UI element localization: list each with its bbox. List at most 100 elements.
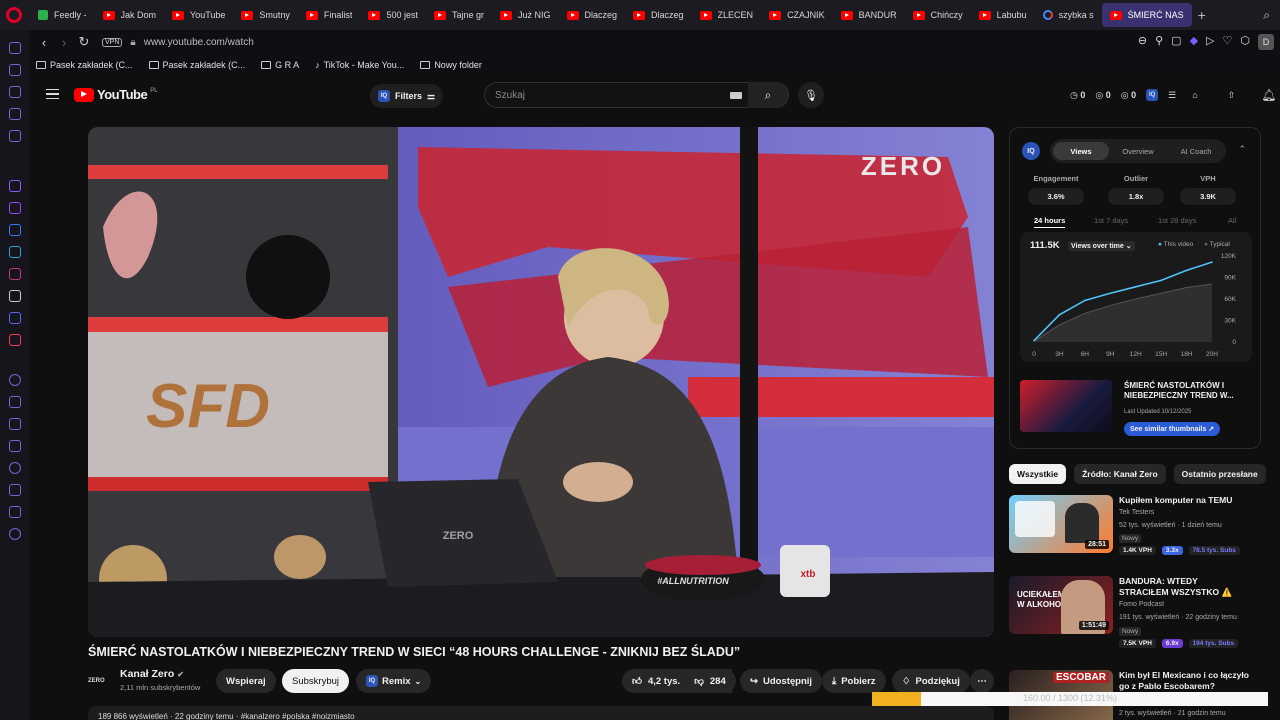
history-icon[interactable] [9,462,21,474]
browser-tab[interactable]: 500 jest [360,0,426,30]
home-icon[interactable] [9,42,21,54]
related-item[interactable]: UCIEKAŁEM W ALKOHOL 1:51:49 BANDURA: WTE… [1009,576,1269,648]
reload-icon[interactable]: ↻ [74,34,94,50]
share-button[interactable]: ↪ Udostępnij [740,669,823,693]
heart-icon[interactable] [9,418,21,430]
browser-tab[interactable]: YouTube [164,0,233,30]
period-28-days[interactable]: 1st 28 days [1158,216,1196,225]
voice-search-button[interactable]: 🎙︎ [798,82,824,108]
chip-source-channel[interactable]: Źródło: Kanał Zero [1074,464,1166,484]
discord-icon[interactable] [9,312,21,324]
heart-icon[interactable]: ♡ [1223,34,1233,50]
browser-tab[interactable]: ŚMIERĆ NAS [1101,3,1192,27]
shield-icon[interactable]: ◆ [1190,34,1198,50]
bookmark-item[interactable]: Pasek zakładek (C... [148,60,245,70]
collapse-icon[interactable]: ⌃ [1238,144,1246,155]
tab-views[interactable]: Views [1053,142,1109,160]
forward-icon[interactable]: › [54,35,74,50]
subscribe-button[interactable]: Subskrybuj [282,669,349,693]
browser-sidebar [0,30,30,720]
browser-tab[interactable]: Labubu [971,0,1035,30]
video-thumbnail[interactable] [1020,380,1112,432]
ai-icon[interactable] [9,64,21,76]
pin-icon[interactable]: ⚲ [1155,34,1163,50]
pinboard-icon[interactable] [9,440,21,452]
channel-name[interactable]: Kanał Zero ✔ [120,668,184,680]
browser-tab[interactable]: Jak Dom [95,0,165,30]
browser-tab[interactable]: Tajne gr [426,0,492,30]
browser-tab[interactable]: CZAJNIK [761,0,833,30]
bookmark-item[interactable]: Nowy folder [420,60,482,70]
browser-tab[interactable]: Chińczy [905,0,971,30]
browser-tab[interactable]: ZLECEN [692,0,762,30]
back-icon[interactable]: ‹ [34,35,54,50]
period-24-hours[interactable]: 24 hours [1034,216,1066,228]
browser-tab[interactable]: Smutny [233,0,298,30]
period-all[interactable]: All [1228,216,1236,225]
new-tab-button[interactable]: + [1192,7,1212,23]
snapshot-icon[interactable]: ▢ [1171,34,1181,50]
tab-ai-coach[interactable]: AI Coach [1168,142,1224,160]
bookmark-item[interactable]: ♪ TikTok - Make You... [315,60,404,70]
zoom-icon[interactable]: ⊖ [1138,34,1147,50]
tab-overview[interactable]: Overview [1110,142,1166,160]
fomo-icon[interactable]: ⌂ [1192,90,1197,100]
player-icon[interactable] [9,396,21,408]
chip-all[interactable]: Wszystkie [1009,464,1067,484]
lock-icon[interactable]: 🔒︎ [130,37,135,48]
browser-tab[interactable]: Dlaczeg [625,0,692,30]
remix-button[interactable]: IQ Remix ⌄ [356,669,432,693]
chip-recently-uploaded[interactable]: Ostatnio przesłane [1173,464,1266,484]
period-7-days[interactable]: 1st 7 days [1094,216,1128,225]
browser-tab[interactable]: Feedly - [30,0,95,30]
list-icon[interactable]: ☰ [1168,90,1176,101]
opera-logo-icon[interactable] [6,7,22,23]
support-button[interactable]: Wspieraj [216,669,276,693]
browser-tab[interactable]: Już NIG [492,0,559,30]
telegram-icon[interactable] [9,246,21,258]
search-input[interactable] [485,89,725,101]
browser-tab[interactable]: szybka s [1035,0,1102,30]
search-tabs-icon[interactable]: ⌕ [1263,8,1270,23]
related-item[interactable]: 28:51 Kupiłem komputer na TEMU Tek Teste… [1009,495,1269,559]
twitch-icon[interactable] [9,202,21,214]
profile-avatar[interactable]: D [1258,34,1274,50]
spotify-icon[interactable] [9,374,21,386]
browser-tab[interactable]: Dlaczeg [559,0,626,30]
mail-icon[interactable] [9,130,21,142]
keyboard-icon[interactable] [730,92,742,99]
vpn-badge[interactable]: VPN [102,37,123,47]
extensions-icon[interactable] [9,484,21,496]
messenger-icon[interactable] [9,224,21,236]
play-icon[interactable]: ▷ [1206,34,1214,50]
notifications-icon[interactable]: 🔔︎ [1261,88,1276,102]
search-button[interactable]: ⌕ [748,82,788,108]
x-icon[interactable] [9,290,21,302]
video-player[interactable]: ZERO SFD ZERO #ALLNUTRITION [88,127,994,637]
download-button[interactable]: ⤓ Pobierz [822,669,886,693]
extensions-icon[interactable]: ⬡ [1240,34,1250,50]
see-similar-thumbnails-button[interactable]: See similar thumbnails ↗ [1124,422,1221,436]
bookmark-item[interactable]: G R A [261,60,299,70]
channel-avatar[interactable]: ZERO [88,673,112,689]
description-box[interactable]: 189 866 wyświetleń · 22 godziny temu · #… [88,706,994,720]
thanks-button[interactable]: ♢ Podziękuj [892,669,970,693]
aria-icon[interactable] [9,86,21,98]
dislike-button[interactable]: 👎︎ 284 [684,669,736,693]
browser-tab[interactable]: Finalist [298,0,361,30]
iq-extension-icon[interactable]: IQ [1146,89,1159,101]
filters-button[interactable]: IQ Filters ⚌ [370,84,444,108]
downloads-icon[interactable] [9,506,21,518]
bookmark-item[interactable]: Pasek zakładek (C... [36,60,133,70]
more-actions-button[interactable]: ⋯ [970,669,994,693]
news-icon[interactable] [9,108,21,120]
aria-star-icon[interactable] [9,180,21,192]
extension-icon[interactable] [9,334,21,346]
upload-icon[interactable]: ⇧ [1228,90,1236,101]
instagram-icon[interactable] [9,268,21,280]
youtube-logo[interactable]: YouTube PL [74,87,158,102]
menu-icon[interactable] [46,89,59,99]
url-field[interactable]: www.youtube.com/watch [144,37,254,48]
browser-tab[interactable]: BANDUR [833,0,905,30]
settings-icon[interactable] [9,528,21,540]
